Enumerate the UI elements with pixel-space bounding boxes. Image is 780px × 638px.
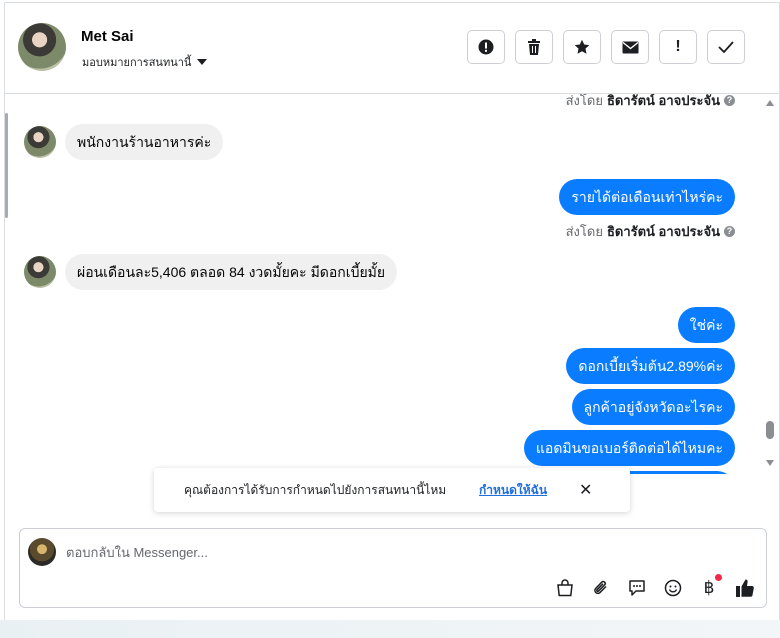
assign-toast: คุณต้องการได้รับการกำหนดไปยังการสนทนานี้…: [154, 468, 630, 512]
alert-circle-icon: [478, 39, 494, 55]
contact-name[interactable]: Met Sai: [81, 28, 134, 45]
page-avatar: [28, 538, 56, 566]
outgoing-message[interactable]: แอดมินขอเบอร์ติดต่อได้ไหมคะ: [523, 430, 735, 466]
mark-done-button[interactable]: [707, 30, 745, 64]
reply-composer: ฿: [19, 528, 767, 608]
outgoing-message[interactable]: ใช่ค่ะ: [677, 307, 735, 343]
star-button[interactable]: [563, 30, 601, 64]
notification-dot: [715, 574, 722, 581]
contact-avatar[interactable]: [18, 23, 66, 71]
baht-payment-icon: ฿: [703, 578, 715, 598]
panel-resize-handle[interactable]: [5, 113, 8, 218]
page-background-strip: [0, 620, 780, 638]
scroll-down-icon[interactable]: [766, 460, 774, 466]
paperclip-icon: [594, 580, 607, 595]
help-icon[interactable]: ?: [724, 226, 735, 237]
assign-to-me-link[interactable]: กำหนดให้ฉัน: [479, 481, 547, 500]
message-list[interactable]: ส่งโดย ธิดารัตน์ อาจประจัน ? พนักงานร้าน…: [5, 94, 779, 474]
delete-button[interactable]: [515, 30, 553, 64]
sent-by-caption: ส่งโดย ธิดารัตน์ อาจประจัน ?: [566, 221, 735, 242]
message-scrollbar[interactable]: [763, 94, 777, 474]
conversation-header: Met Sai มอบหมายการสนทนานี้ !: [5, 3, 779, 94]
outgoing-message[interactable]: ลูกค้าอยู่จังหวัดอะไรคะ: [571, 389, 735, 425]
emoji-button[interactable]: [662, 577, 684, 599]
saved-reply-button[interactable]: [626, 577, 648, 599]
shop-button[interactable]: [554, 577, 576, 599]
contact-avatar-small[interactable]: [24, 126, 56, 158]
trash-icon: [528, 39, 540, 55]
shopping-bag-icon: [557, 579, 573, 597]
exclamation-icon: !: [675, 38, 681, 55]
incoming-message[interactable]: พนักงานร้านอาหารค่ะ: [65, 124, 224, 160]
envelope-icon: [622, 41, 638, 53]
incoming-message[interactable]: ผ่อนเดือนละ5,406 ตลอด 84 งวดมั้ยคะ มีดอก…: [65, 254, 398, 290]
help-icon[interactable]: ?: [724, 95, 735, 106]
conversation-panel: Met Sai มอบหมายการสนทนานี้ ! ส่งโดย ธิดา…: [4, 2, 780, 621]
assign-conversation-dropdown[interactable]: มอบหมายการสนทนานี้: [82, 53, 208, 71]
mark-unread-button[interactable]: [611, 30, 649, 64]
close-icon[interactable]: ✕: [579, 480, 592, 500]
mark-spam-button[interactable]: [467, 30, 505, 64]
sent-by-prefix: ส่งโดย: [565, 94, 603, 108]
attach-button[interactable]: [590, 577, 612, 599]
emoji-icon: [664, 579, 682, 597]
star-icon: [574, 39, 590, 54]
scroll-thumb[interactable]: [766, 421, 774, 439]
follow-up-button[interactable]: !: [659, 30, 697, 64]
sent-by-name: ธิดารัตน์ อาจประจัน: [606, 224, 720, 239]
like-button[interactable]: [734, 577, 756, 599]
saved-reply-icon: [629, 580, 645, 596]
sent-by-name: ธิดารัตน์ อาจประจัน: [606, 94, 720, 108]
reply-input[interactable]: [64, 541, 668, 563]
check-icon: [718, 41, 734, 53]
scroll-up-icon[interactable]: [766, 100, 774, 106]
thumbs-up-icon: [736, 579, 754, 597]
contact-avatar-small[interactable]: [24, 256, 56, 288]
caret-down-icon: [197, 59, 208, 65]
sent-by-caption: ส่งโดย ธิดารัตน์ อาจประจัน ?: [566, 94, 735, 111]
assign-label: มอบหมายการสนทนานี้: [82, 56, 192, 69]
sent-by-prefix: ส่งโดย: [565, 224, 603, 239]
outgoing-message[interactable]: ดอกเบี้ยเริ่มต้น2.89%ค่ะ: [566, 348, 735, 384]
toast-message: คุณต้องการได้รับการกำหนดไปยังการสนทนานี้…: [184, 482, 447, 497]
outgoing-message[interactable]: รายได้ต่อเดือนเท่าไหร่คะ: [559, 179, 735, 215]
